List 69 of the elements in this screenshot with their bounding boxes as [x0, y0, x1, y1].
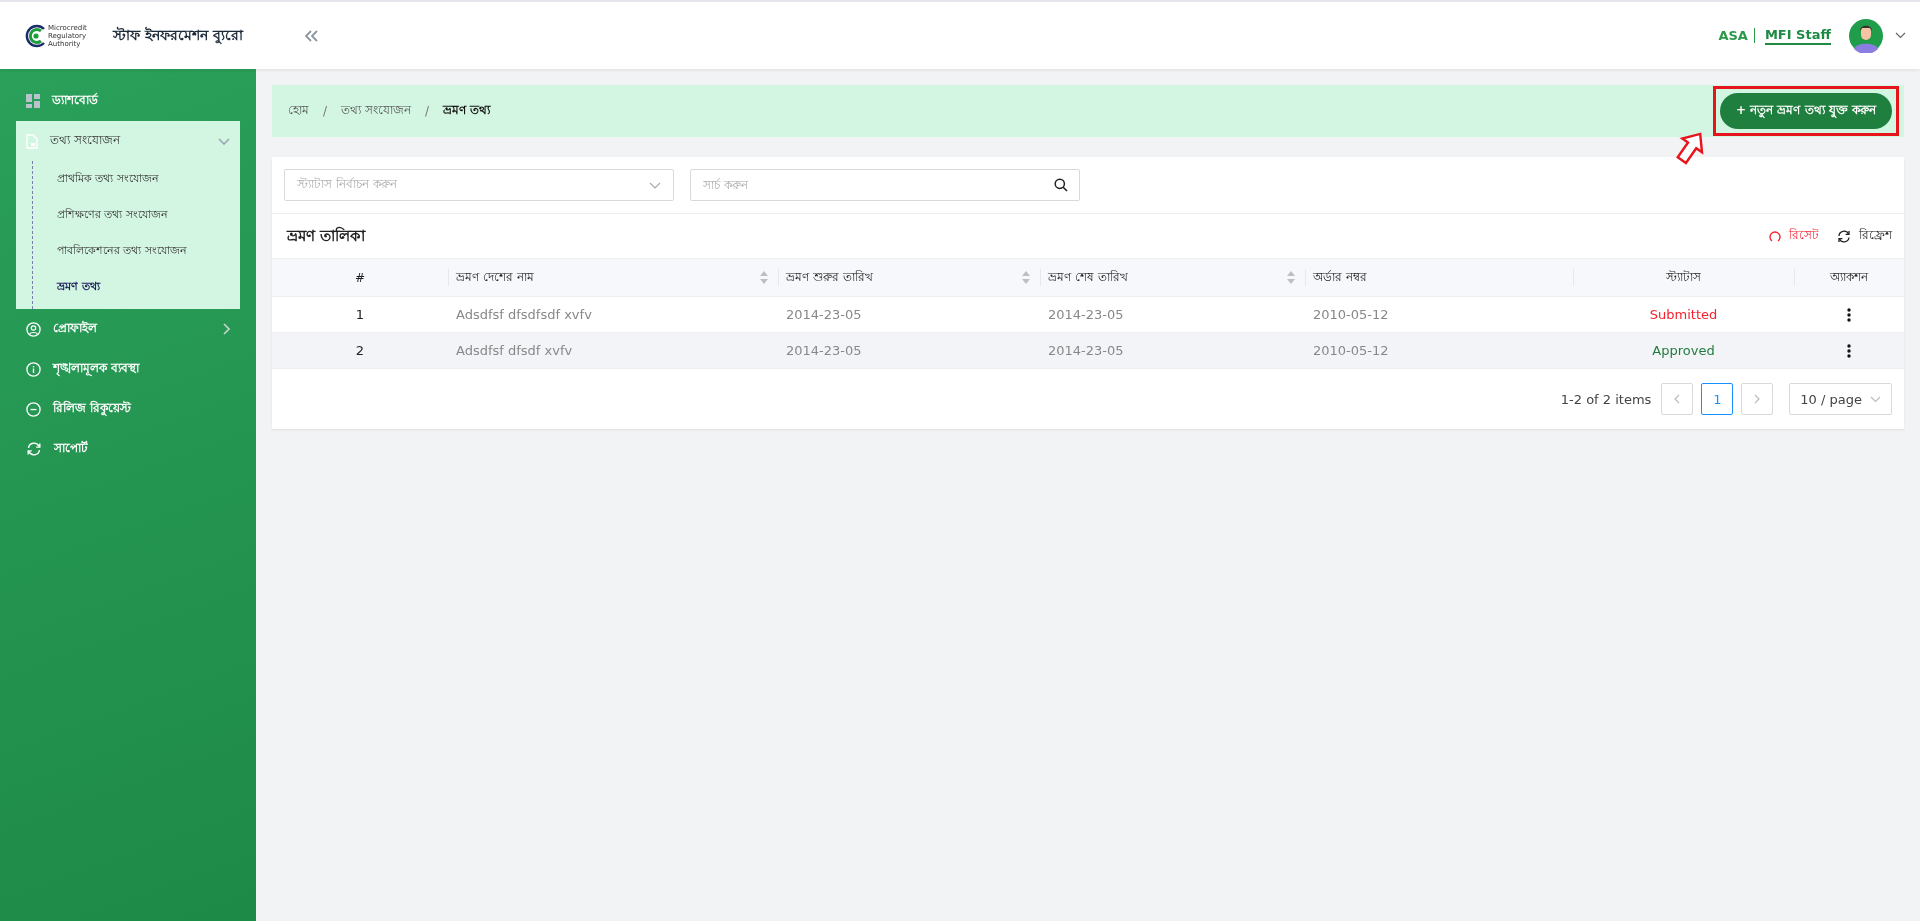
sidebar-item[interactable]: সাপোর্ট: [16, 429, 240, 469]
breadcrumb-item[interactable]: তথ্য সংযোজন: [341, 101, 411, 121]
add-button[interactable]: + নতুন ভ্রমণ তথ্য যুক্ত করুন: [1720, 93, 1892, 129]
info-icon: [26, 361, 41, 377]
breadcrumb-separator: /: [323, 104, 328, 118]
chevron-left-icon: [1674, 394, 1681, 404]
next-page-button[interactable]: [1741, 383, 1774, 415]
column-header[interactable]: ভ্রমণ দেশের নাম: [448, 258, 778, 297]
chevron-down-icon: [649, 181, 661, 189]
breadcrumb-item: ভ্রমণ তথ্য: [442, 102, 491, 119]
organization-name: ASA: [1718, 28, 1748, 43]
logo-mark-icon: [24, 23, 46, 48]
table-cell: 2014-23-05: [778, 332, 1040, 369]
chevron-right-icon: [1754, 394, 1761, 404]
table-title: ভ্রমণ তালিকা: [287, 225, 366, 247]
column-header: #: [272, 258, 448, 297]
column-header[interactable]: ভ্রমণ শুরুর তারিখ: [778, 258, 1040, 297]
avatar-icon: [1849, 18, 1883, 53]
search-field[interactable]: সার্চ করুন: [690, 169, 1080, 201]
table-cell: 2010-05-12: [1305, 332, 1573, 369]
sidebar-item[interactable]: রিলিজ রিকুয়েস্ট: [16, 389, 240, 429]
table-cell: Adsdfsf dfsdf xvfv: [448, 332, 778, 369]
chevron-down-icon: [1870, 395, 1881, 403]
status-label: Submitted: [1573, 296, 1794, 333]
table-cell: 2010-05-12: [1305, 296, 1573, 333]
table-cell: 2014-23-05: [1040, 332, 1305, 369]
more-vertical-icon: [1847, 344, 1851, 359]
double-chevron-left-icon: [304, 29, 318, 42]
reset-button[interactable]: রিসেট: [1769, 226, 1819, 246]
user-icon: [26, 321, 41, 337]
chevron-right-icon: [223, 323, 230, 335]
reset-icon: [1769, 230, 1781, 242]
sort-icon: [1022, 271, 1030, 284]
column-header: অ্যাকশন: [1794, 258, 1904, 297]
column-header[interactable]: ভ্রমণ শেষ তারিখ: [1040, 258, 1305, 297]
sidebar-item[interactable]: তথ্য সংযোজন: [16, 121, 240, 161]
table-cell: Adsdfsf dfsdfsdf xvfv: [448, 296, 778, 333]
app-title: স্টাফ ইনফরমেশন ব্যুরো: [112, 25, 243, 46]
role-link[interactable]: MFI Staff: [1764, 26, 1831, 45]
column-header: স্ট্যাটাস: [1573, 258, 1794, 297]
breadcrumb-item[interactable]: হোম: [288, 101, 309, 121]
sync-icon: [26, 442, 42, 456]
sidebar-item[interactable]: প্রোফাইল: [16, 309, 240, 349]
submenu-item[interactable]: প্রশিক্ষণের তথ্য সংযোজন: [33, 197, 240, 233]
sort-icon: [760, 271, 768, 284]
more-vertical-icon: [1847, 308, 1851, 323]
breadcrumb-separator: /: [424, 104, 429, 118]
search-icon: [1054, 178, 1068, 192]
page-size-select[interactable]: 10 / page: [1789, 383, 1892, 415]
table-cell: 2014-23-05: [778, 296, 1040, 333]
minus-circle-icon: [26, 401, 41, 417]
previous-page-button[interactable]: [1661, 383, 1694, 415]
column-header: অর্ডার নম্বর: [1305, 258, 1573, 297]
table-cell: 2014-23-05: [1040, 296, 1305, 333]
status-label: Approved: [1573, 332, 1794, 369]
submenu-item[interactable]: পাবলিকেশনের তথ্য সংযোজন: [33, 233, 240, 269]
refresh-button[interactable]: রিফ্রেশ: [1837, 226, 1892, 246]
grid-icon: [26, 94, 40, 108]
submenu-item[interactable]: ভ্রমণ তথ্য: [33, 269, 240, 305]
sidebar-item[interactable]: শৃঙ্খলামূলক ব্যবস্থা: [16, 349, 240, 389]
sort-icon: [1287, 271, 1295, 284]
refresh-icon: [1837, 229, 1851, 243]
chevron-down-icon: [218, 137, 230, 145]
pagination-summary: 1-2 of 2 items: [1560, 391, 1652, 407]
chevron-down-icon: [1895, 32, 1906, 39]
table-cell: 1: [272, 296, 448, 333]
table-cell: 2: [272, 332, 448, 369]
submenu-item[interactable]: প্রাথমিক তথ্য সংযোজন: [33, 161, 240, 197]
document-icon: [26, 133, 38, 149]
